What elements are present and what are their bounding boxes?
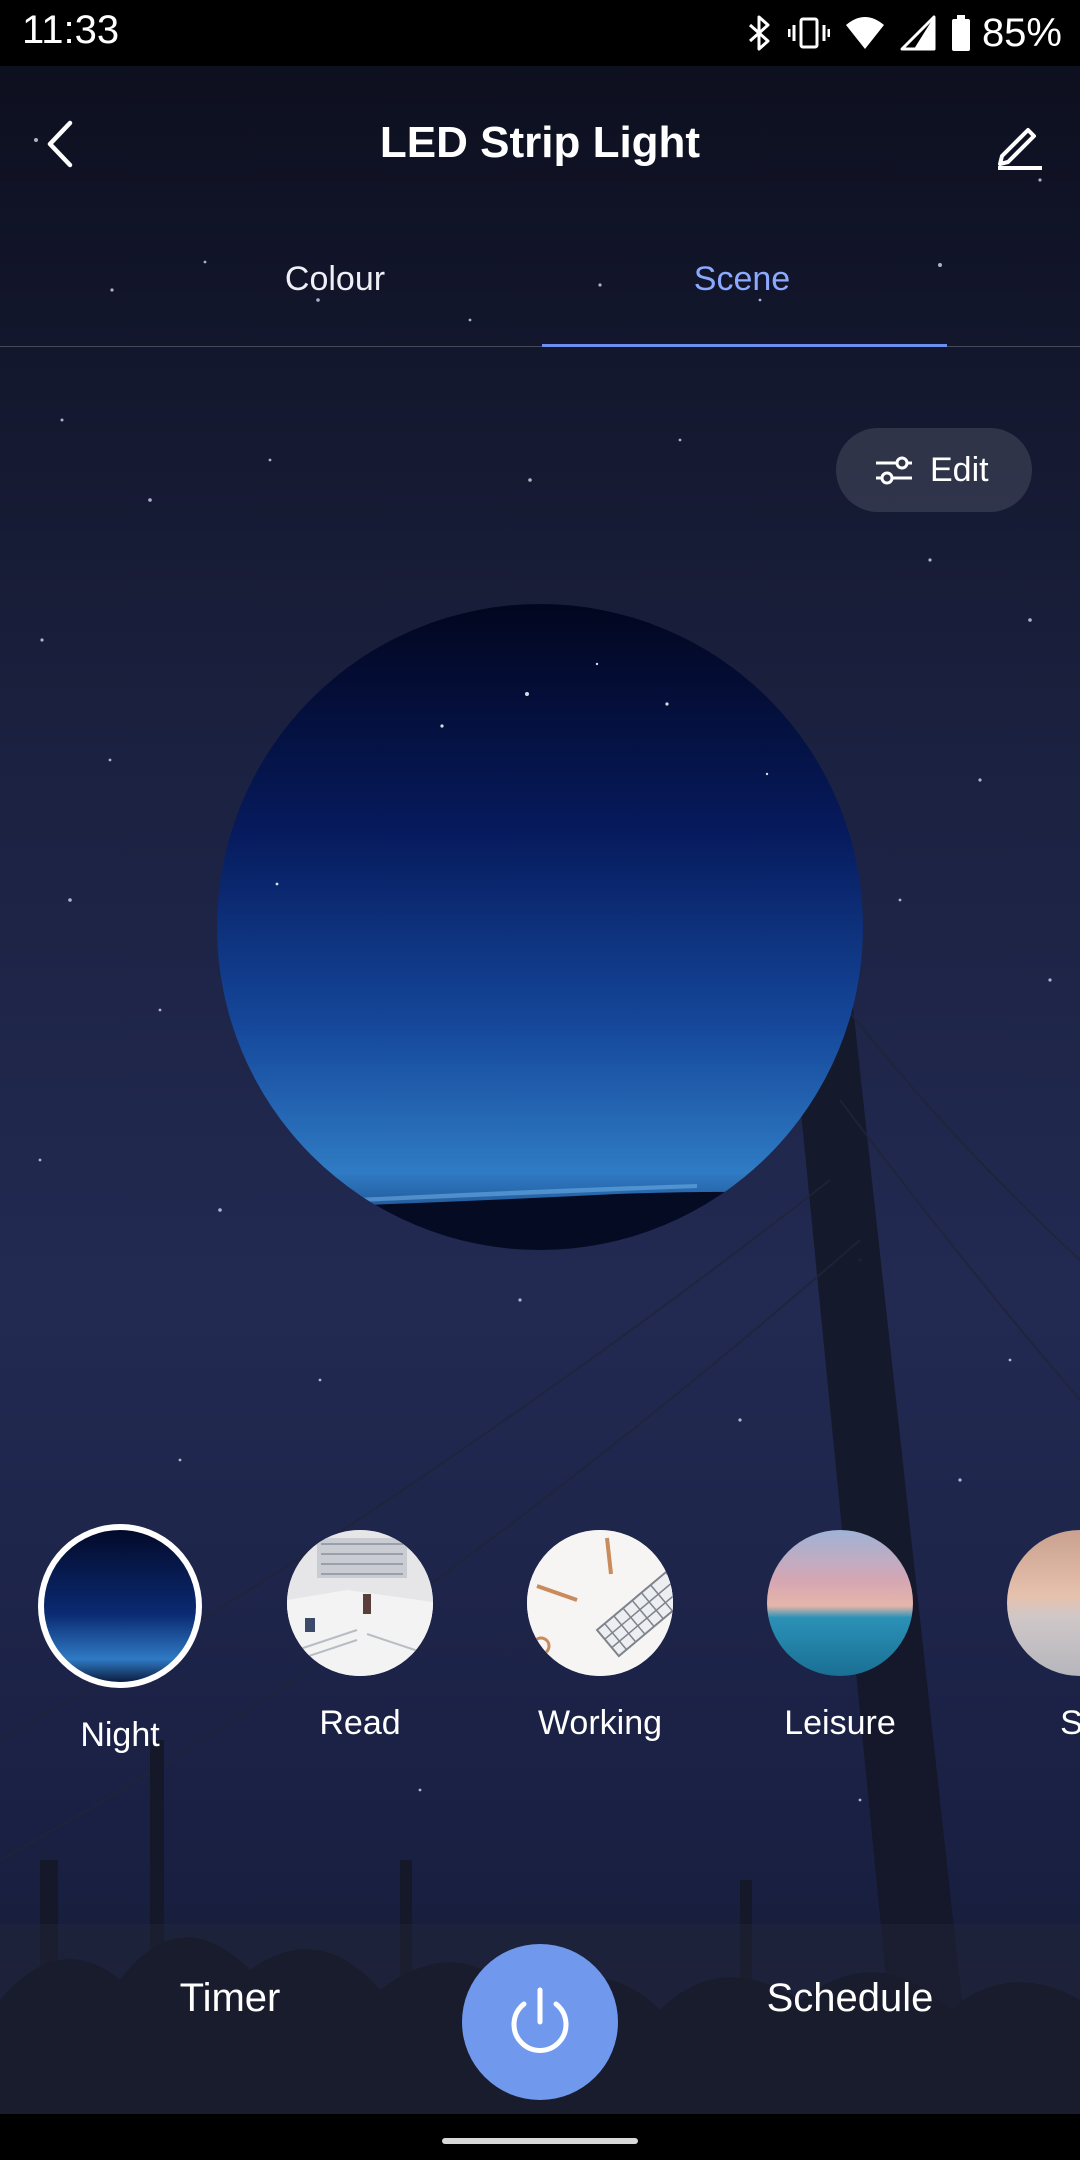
scene-working[interactable]: Working [500, 1520, 700, 1743]
schedule-button[interactable]: Schedule [720, 1976, 980, 2021]
pencil-icon [998, 128, 1042, 170]
tab-colour[interactable]: Colour [135, 260, 535, 299]
scene-working-thumbnail [527, 1530, 673, 1676]
battery-percentage: 85% [981, 10, 1062, 55]
active-tab-indicator [542, 344, 947, 347]
scene-label: Sc [1060, 1704, 1080, 1742]
rename-device-button[interactable] [988, 112, 1052, 176]
app-header: LED Strip Light [0, 66, 1080, 226]
bluetooth-icon [748, 15, 770, 51]
system-nav-bar [0, 2114, 1080, 2160]
wifi-icon [845, 17, 884, 49]
bottom-controls: Timer Schedule [0, 1924, 1080, 2114]
library-image [287, 1530, 433, 1676]
scene-read-thumbnail [287, 1530, 433, 1676]
scene-partial-thumbnail [1007, 1530, 1080, 1676]
scene-label: Leisure [784, 1704, 896, 1742]
scene-partial[interactable]: Sc [980, 1520, 1080, 1743]
scene-preview-artwork [217, 662, 863, 1250]
edit-scene-button[interactable]: Edit [836, 428, 1032, 512]
status-icons: 85% [730, 8, 1062, 58]
sliders-icon [876, 456, 912, 485]
scene-list: Night Read Working Leisure S [0, 1520, 1080, 1760]
status-time: 11:33 [22, 8, 120, 52]
vibrate-icon [787, 17, 830, 49]
scene-preview-image [217, 604, 863, 1250]
scene-read[interactable]: Read [260, 1520, 460, 1743]
status-bar: 11:33 85% [0, 0, 1080, 66]
tab-scene[interactable]: Scene [542, 260, 942, 299]
power-icon [511, 1987, 569, 2053]
phone-screen: 11:33 85% LED Strip Light Colour Scene E… [0, 0, 1080, 2160]
scene-leisure-thumbnail [767, 1530, 913, 1676]
mode-tabs: Colour Scene [0, 236, 1080, 347]
scene-night[interactable]: Night [20, 1520, 220, 1755]
battery-icon [951, 15, 970, 51]
scene-label: Working [537, 1704, 663, 1742]
page-title: LED Strip Light [379, 118, 701, 167]
signal-icon [900, 15, 936, 51]
power-button[interactable] [462, 1944, 618, 2100]
scene-night-thumbnail [38, 1524, 202, 1688]
desk-image [527, 1530, 673, 1676]
edit-label: Edit [930, 450, 989, 489]
scene-label: Read [319, 1704, 401, 1742]
scene-leisure[interactable]: Leisure [740, 1520, 940, 1743]
home-indicator[interactable] [442, 2138, 638, 2144]
timer-button[interactable]: Timer [120, 1976, 340, 2021]
scene-label: Night [80, 1716, 160, 1754]
